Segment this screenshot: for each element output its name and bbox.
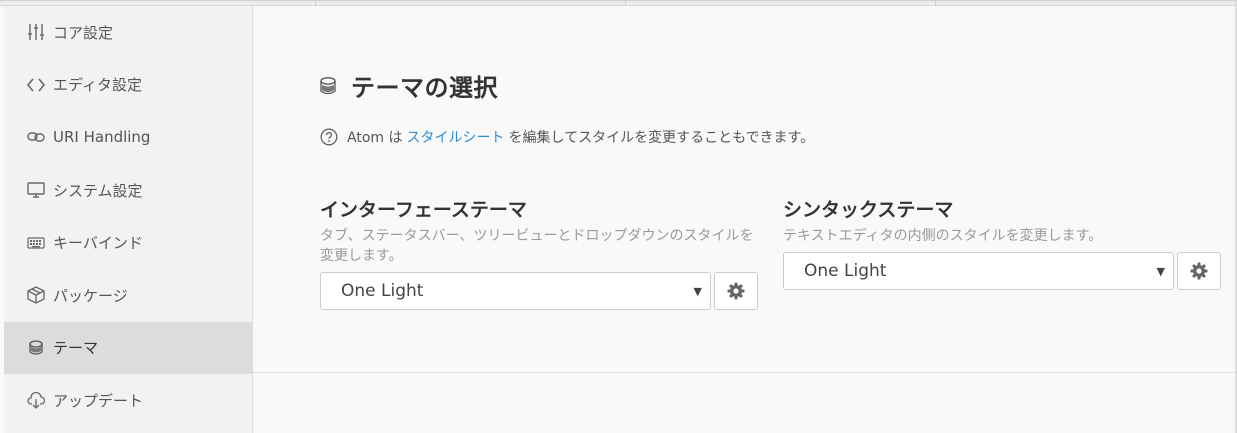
sidebar-item-system[interactable]: システム設定 <box>4 164 252 217</box>
page-title: テーマの選択 <box>351 74 498 102</box>
sidebar-item-label: URI Handling <box>53 128 151 147</box>
sidebar-item-updates[interactable]: アップデート <box>4 374 252 427</box>
stylesheet-link[interactable]: スタイルシート <box>406 127 504 147</box>
ui-theme-description: タブ、ステータスバー、ツリービューとドロップダウンのスタイルを変更します。 <box>320 228 754 264</box>
paintcan-icon <box>26 338 46 358</box>
settings-sidebar: コア設定 エディタ設定 URI Handling システム設定 キーバインド パ… <box>4 6 253 433</box>
sidebar-item-label: パッケージ <box>53 286 128 305</box>
sidebar-item-keybindings[interactable]: キーバインド <box>4 216 252 269</box>
sidebar-item-label: キーバインド <box>53 234 143 253</box>
keyboard-icon <box>26 233 46 253</box>
syntax-theme-description: テキストエディタの内側のスタイルを変更します。 <box>783 228 1103 244</box>
syntax-theme-heading: シンタックステーマ <box>783 199 954 221</box>
syntax-theme-settings-button[interactable] <box>1177 252 1221 290</box>
gear-icon <box>727 282 745 300</box>
dropdown-arrow-icon: ▼ <box>693 285 702 298</box>
sidebar-item-packages[interactable]: パッケージ <box>4 269 252 322</box>
ui-theme-selected-value: One Light <box>341 281 424 301</box>
package-icon <box>26 285 46 305</box>
settings-window: コア設定 エディタ設定 URI Handling システム設定 キーバインド パ… <box>0 0 1237 433</box>
syntax-theme-selected-value: One Light <box>804 261 887 281</box>
themes-section: テーマの選択 Atom は スタイルシート を編集してスタイルを変更することもで… <box>253 6 1235 373</box>
sidebar-item-label: システム設定 <box>53 181 143 200</box>
question-icon <box>320 128 339 147</box>
ui-theme-settings-button[interactable] <box>714 272 758 310</box>
monitor-icon <box>26 180 46 200</box>
note-suffix: を編集してスタイルを変更することもできます。 <box>508 130 815 146</box>
link-icon <box>26 127 46 147</box>
sidebar-item-label: アップデート <box>53 391 144 410</box>
paintcan-icon <box>319 75 339 97</box>
cloud-download-icon <box>26 390 46 410</box>
sidebar-item-label: エディタ設定 <box>53 76 142 95</box>
ui-theme-group: インターフェーステーマ タブ、ステータスバー、ツリービューとドロップダウンのスタ… <box>320 195 760 310</box>
note-prefix: Atom は <box>347 130 403 146</box>
sidebar-item-label: コア設定 <box>53 23 114 42</box>
settings-main-panel: テーマの選択 Atom は スタイルシート を編集してスタイルを変更することもで… <box>253 6 1235 433</box>
sidebar-item-uri-handling[interactable]: URI Handling <box>4 111 252 164</box>
ui-theme-heading: インターフェーステーマ <box>320 199 527 221</box>
sliders-icon <box>26 22 46 42</box>
code-icon <box>26 75 46 95</box>
sidebar-item-core[interactable]: コア設定 <box>4 6 252 59</box>
syntax-theme-select[interactable]: One Light ▼ <box>783 252 1174 290</box>
dropdown-arrow-icon: ▼ <box>1156 265 1165 278</box>
stylesheet-note: Atom は スタイルシート を編集してスタイルを変更することもできます。 <box>320 127 814 147</box>
gear-icon <box>1190 262 1208 280</box>
sidebar-item-editor[interactable]: エディタ設定 <box>4 59 252 112</box>
syntax-theme-group: シンタックステーマ テキストエディタの内側のスタイルを変更します。 One Li… <box>783 195 1223 290</box>
sidebar-item-themes[interactable]: テーマ <box>4 321 252 375</box>
section-title: テーマの選択 <box>319 68 498 103</box>
sidebar-item-label: テーマ <box>53 339 99 358</box>
ui-theme-select[interactable]: One Light ▼ <box>320 272 711 310</box>
